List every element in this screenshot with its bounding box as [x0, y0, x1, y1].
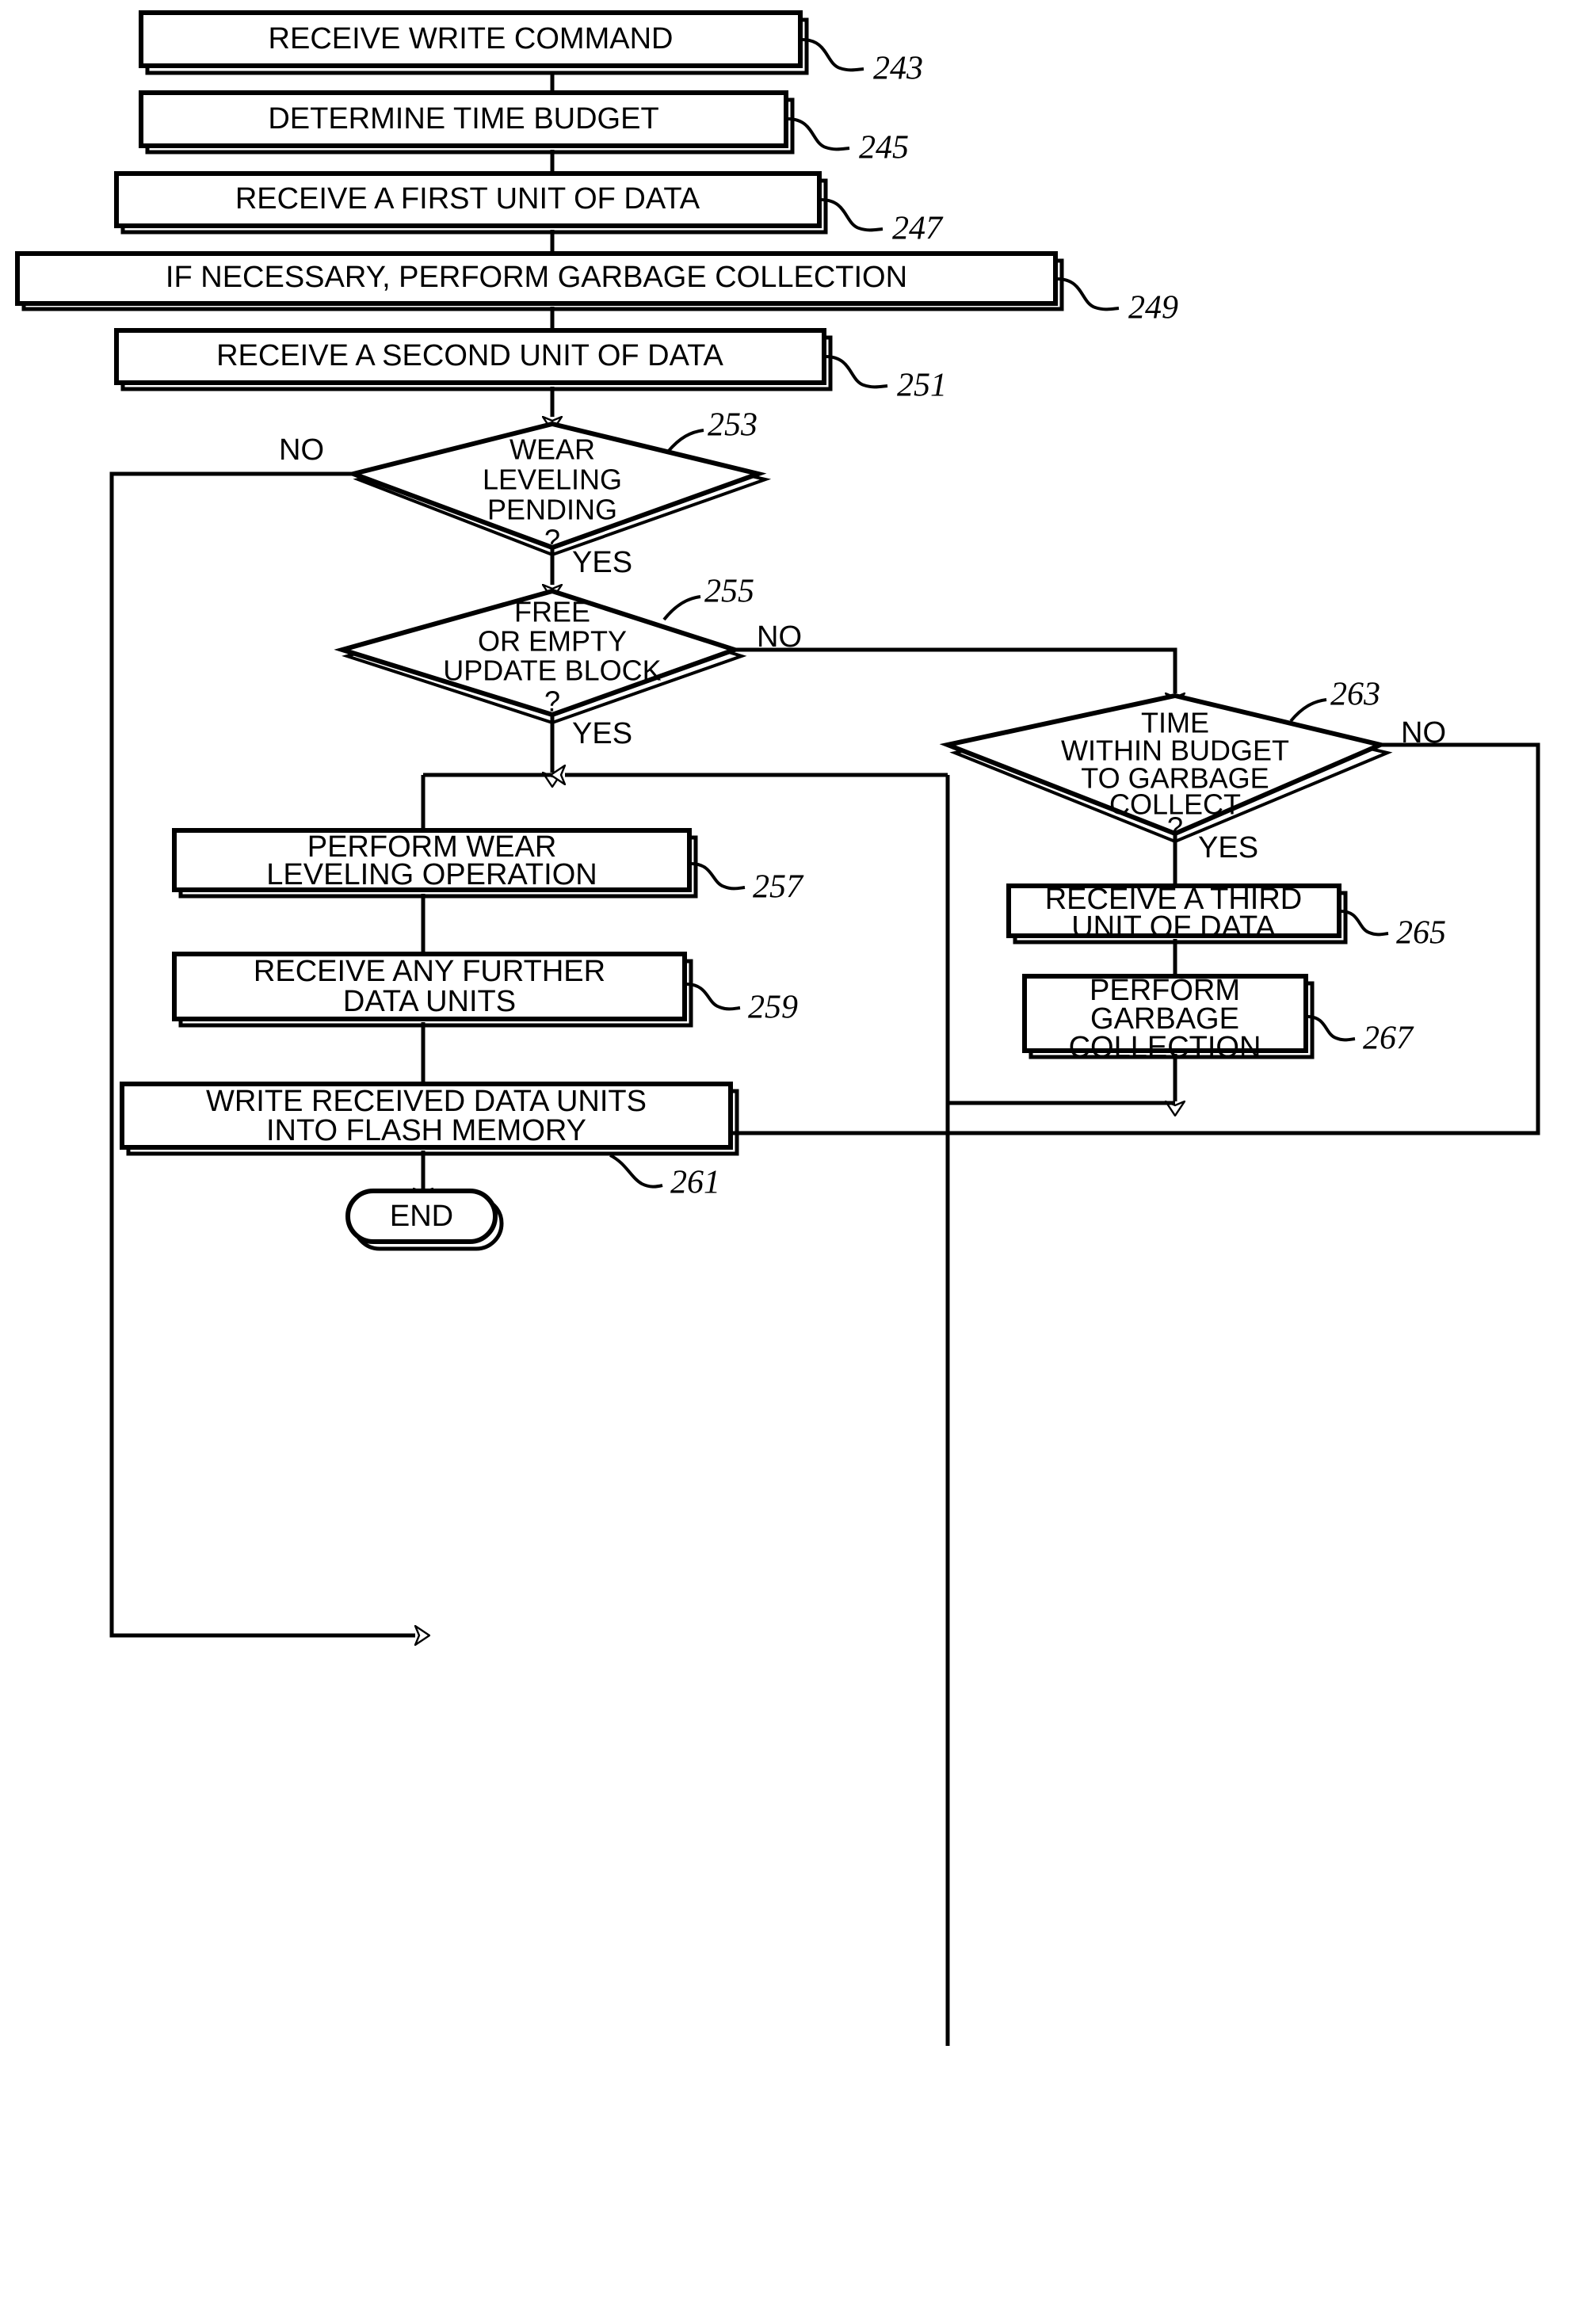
node-253-line-3: PENDING [487, 494, 617, 526]
leader-247 [820, 198, 884, 232]
node-259: RECEIVE ANY FURTHER DATA UNITS 259 [172, 952, 798, 1028]
leader-257 [690, 862, 746, 891]
node-261-line-1: WRITE RECEIVED DATA UNITS [206, 1085, 647, 1118]
leader-255 [662, 595, 701, 621]
ref-259: 259 [748, 990, 798, 1026]
node-257: PERFORM WEAR LEVELING OPERATION 257 [172, 828, 804, 906]
node-249: IF NECESSARY, PERFORM GARBAGE COLLECTION… [15, 251, 1178, 326]
node-267-line-3: COLLECTION [1069, 1031, 1261, 1064]
node-251: RECEIVE A SECOND UNIT OF DATA 251 [114, 328, 947, 404]
node-259-line-2: DATA UNITS [343, 985, 516, 1018]
node-265: RECEIVE A THIRD UNIT OF DATA 265 [1006, 883, 1446, 952]
ref-255: 255 [704, 574, 754, 610]
edge-label-255-yes: YES [572, 717, 632, 750]
edge-255-no [735, 647, 1175, 693]
node-253: WEAR LEVELING PENDING ? 253 [345, 407, 772, 557]
node-255-line-4: ? [544, 685, 560, 718]
ref-251: 251 [897, 368, 947, 404]
leader-249 [1056, 277, 1120, 311]
ref-261: 261 [670, 1165, 720, 1201]
edge-label-253-yes: YES [572, 546, 632, 579]
edge-label-263-no: NO [1401, 716, 1446, 750]
node-251-label: RECEIVE A SECOND UNIT OF DATA [216, 339, 723, 372]
edge-263-no [435, 742, 1540, 1133]
leader-245 [787, 117, 850, 151]
leader-259 [685, 983, 741, 1011]
ref-245: 245 [859, 130, 909, 166]
node-end: END [345, 1189, 504, 1251]
ref-263: 263 [1330, 677, 1380, 713]
leader-243 [801, 38, 864, 72]
node-261-line-2: INTO FLASH MEMORY [266, 1114, 586, 1147]
node-267: PERFORM GARBAGE COLLECTION 267 [1022, 974, 1414, 1064]
node-249-label: IF NECESSARY, PERFORM GARBAGE COLLECTION [166, 261, 907, 294]
node-253-line-1: WEAR [509, 433, 595, 466]
ref-249: 249 [1128, 290, 1178, 326]
node-255-line-1: FREE [514, 596, 590, 628]
node-263: TIME WITHIN BUDGET TO GARBAGE COLLECT ? … [939, 677, 1393, 844]
node-253-line-2: LEVELING [483, 464, 622, 496]
ref-265: 265 [1396, 915, 1446, 952]
ref-257: 257 [753, 869, 804, 906]
edge-label-263-yes: YES [1198, 831, 1258, 864]
flowchart-canvas: RECEIVE WRITE COMMAND 243 DETERMINE TIME… [0, 0, 1580, 2324]
node-257-line-2: LEVELING OPERATION [266, 858, 597, 891]
node-end-label: END [390, 1200, 453, 1233]
node-265-line-2: UNIT OF DATA [1071, 910, 1276, 944]
leader-265 [1340, 910, 1389, 937]
ref-253: 253 [708, 407, 758, 444]
node-253-line-4: ? [544, 524, 560, 556]
node-255-line-3: UPDATE BLOCK [443, 654, 661, 687]
node-255-line-2: OR EMPTY [478, 625, 627, 658]
node-245-label: DETERMINE TIME BUDGET [268, 102, 658, 135]
leader-267 [1307, 1015, 1356, 1042]
edge-label-255-no: NO [757, 620, 802, 654]
node-243-label: RECEIVE WRITE COMMAND [269, 22, 674, 55]
node-261: WRITE RECEIVED DATA UNITS INTO FLASH MEM… [120, 1082, 739, 1201]
node-263-line-5: ? [1167, 811, 1183, 844]
ref-247: 247 [892, 211, 944, 247]
node-243: RECEIVE WRITE COMMAND 243 [139, 10, 923, 87]
node-255: FREE OR EMPTY UPDATE BLOCK ? 255 [334, 574, 754, 725]
leader-261 [609, 1154, 663, 1189]
node-247-label: RECEIVE A FIRST UNIT OF DATA [235, 182, 700, 216]
node-245: DETERMINE TIME BUDGET 245 [139, 90, 909, 166]
leader-263 [1289, 698, 1327, 723]
ref-267: 267 [1363, 1021, 1414, 1057]
ref-243: 243 [873, 51, 923, 87]
edge-label-253-no: NO [279, 433, 324, 467]
leader-253 [666, 429, 704, 453]
leader-251 [825, 355, 888, 389]
node-259-line-1: RECEIVE ANY FURTHER [254, 955, 605, 988]
node-247: RECEIVE A FIRST UNIT OF DATA 247 [114, 171, 944, 247]
